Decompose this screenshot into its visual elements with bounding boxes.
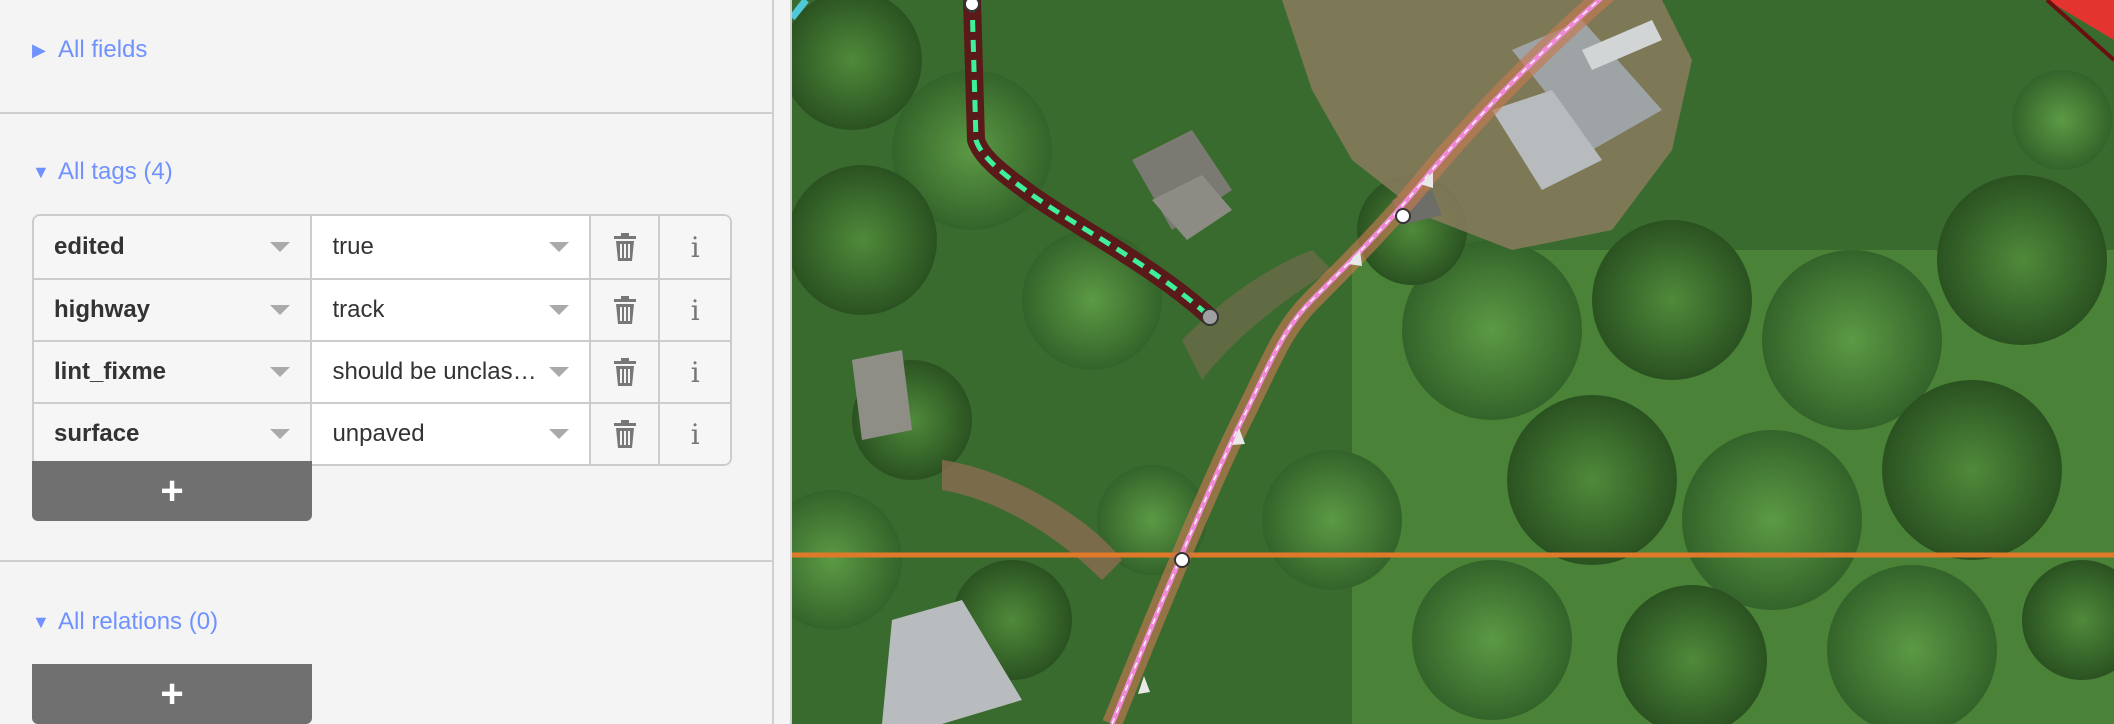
all-fields-label: All fields [58,36,148,63]
tag-value-field[interactable]: unpaved [312,404,591,464]
all-fields-toggle[interactable]: ▶ All fields [32,36,147,64]
all-tags-toggle[interactable]: ▼ All tags (4) [32,158,173,186]
disclosure-expanded-icon: ▼ [32,162,50,182]
vertex-node[interactable] [1395,208,1411,224]
disclosure-expanded-icon: ▼ [32,612,50,632]
delete-tag-button[interactable] [590,404,661,464]
trash-icon [613,296,636,324]
tag-info-button[interactable]: i [660,280,730,340]
tag-row: lint_fixme should be unclas… i [34,340,730,402]
tag-key-text: highway [54,296,151,323]
tag-key-field[interactable]: lint_fixme [34,342,313,402]
delete-tag-button[interactable] [590,280,661,340]
tag-key-field[interactable]: surface [34,404,313,464]
tag-key-field[interactable]: highway [34,280,313,340]
tag-info-button[interactable]: i [660,404,730,464]
tag-value-text: should be unclas… [332,358,537,385]
chevron-down-icon[interactable] [548,367,569,377]
map-canvas[interactable] [792,0,2114,724]
tag-key-text: surface [54,420,140,447]
tag-row: highway track i [34,278,730,340]
inspector-sidebar: ▶ All fields ▼ All tags (4) edited true … [0,0,772,724]
all-tags-label: All tags (4) [58,158,173,185]
trash-icon [613,420,636,448]
chevron-down-icon[interactable] [270,429,291,439]
info-icon: i [690,230,700,264]
tag-info-button[interactable]: i [660,342,730,402]
chevron-down-icon[interactable] [548,242,569,252]
info-icon: i [690,293,700,327]
vertex-node[interactable] [964,0,980,12]
section-divider [0,112,772,114]
map-svg [792,0,2114,724]
all-relations-label: All relations (0) [58,608,219,635]
trash-icon [613,233,636,261]
building [852,350,912,440]
tag-value-field[interactable]: should be unclas… [312,342,591,402]
chevron-down-icon[interactable] [548,429,569,439]
info-icon: i [690,355,700,389]
chevron-down-icon[interactable] [270,242,291,252]
all-relations-toggle[interactable]: ▼ All relations (0) [32,608,218,636]
chevron-down-icon[interactable] [548,305,569,315]
tag-row: edited true i [34,216,730,278]
disclosure-collapsed-icon: ▶ [32,40,46,60]
tag-value-field[interactable]: track [312,280,591,340]
chevron-down-icon[interactable] [270,367,291,377]
tag-value-field[interactable]: true [312,216,591,278]
add-relation-button[interactable]: + [32,664,312,724]
tag-key-text: edited [54,233,125,260]
section-divider [0,560,772,562]
delete-tag-button[interactable] [590,342,661,402]
tag-editor-table: edited true i highway track i lint_fixme… [32,214,732,466]
tag-key-text: lint_fixme [54,358,167,385]
tag-value-text: unpaved [332,420,425,447]
tag-key-field[interactable]: edited [34,216,313,278]
tag-value-text: track [332,296,385,323]
tag-value-text: true [332,233,374,260]
trash-icon [613,358,636,386]
tag-info-button[interactable]: i [660,216,730,278]
info-icon: i [690,417,700,451]
add-tag-button[interactable]: + [32,461,312,521]
shared-vertex-node[interactable] [1201,308,1219,326]
delete-tag-button[interactable] [590,216,661,278]
tag-row: surface unpaved i [34,402,730,464]
chevron-down-icon[interactable] [270,305,291,315]
vertex-node[interactable] [1174,552,1190,568]
